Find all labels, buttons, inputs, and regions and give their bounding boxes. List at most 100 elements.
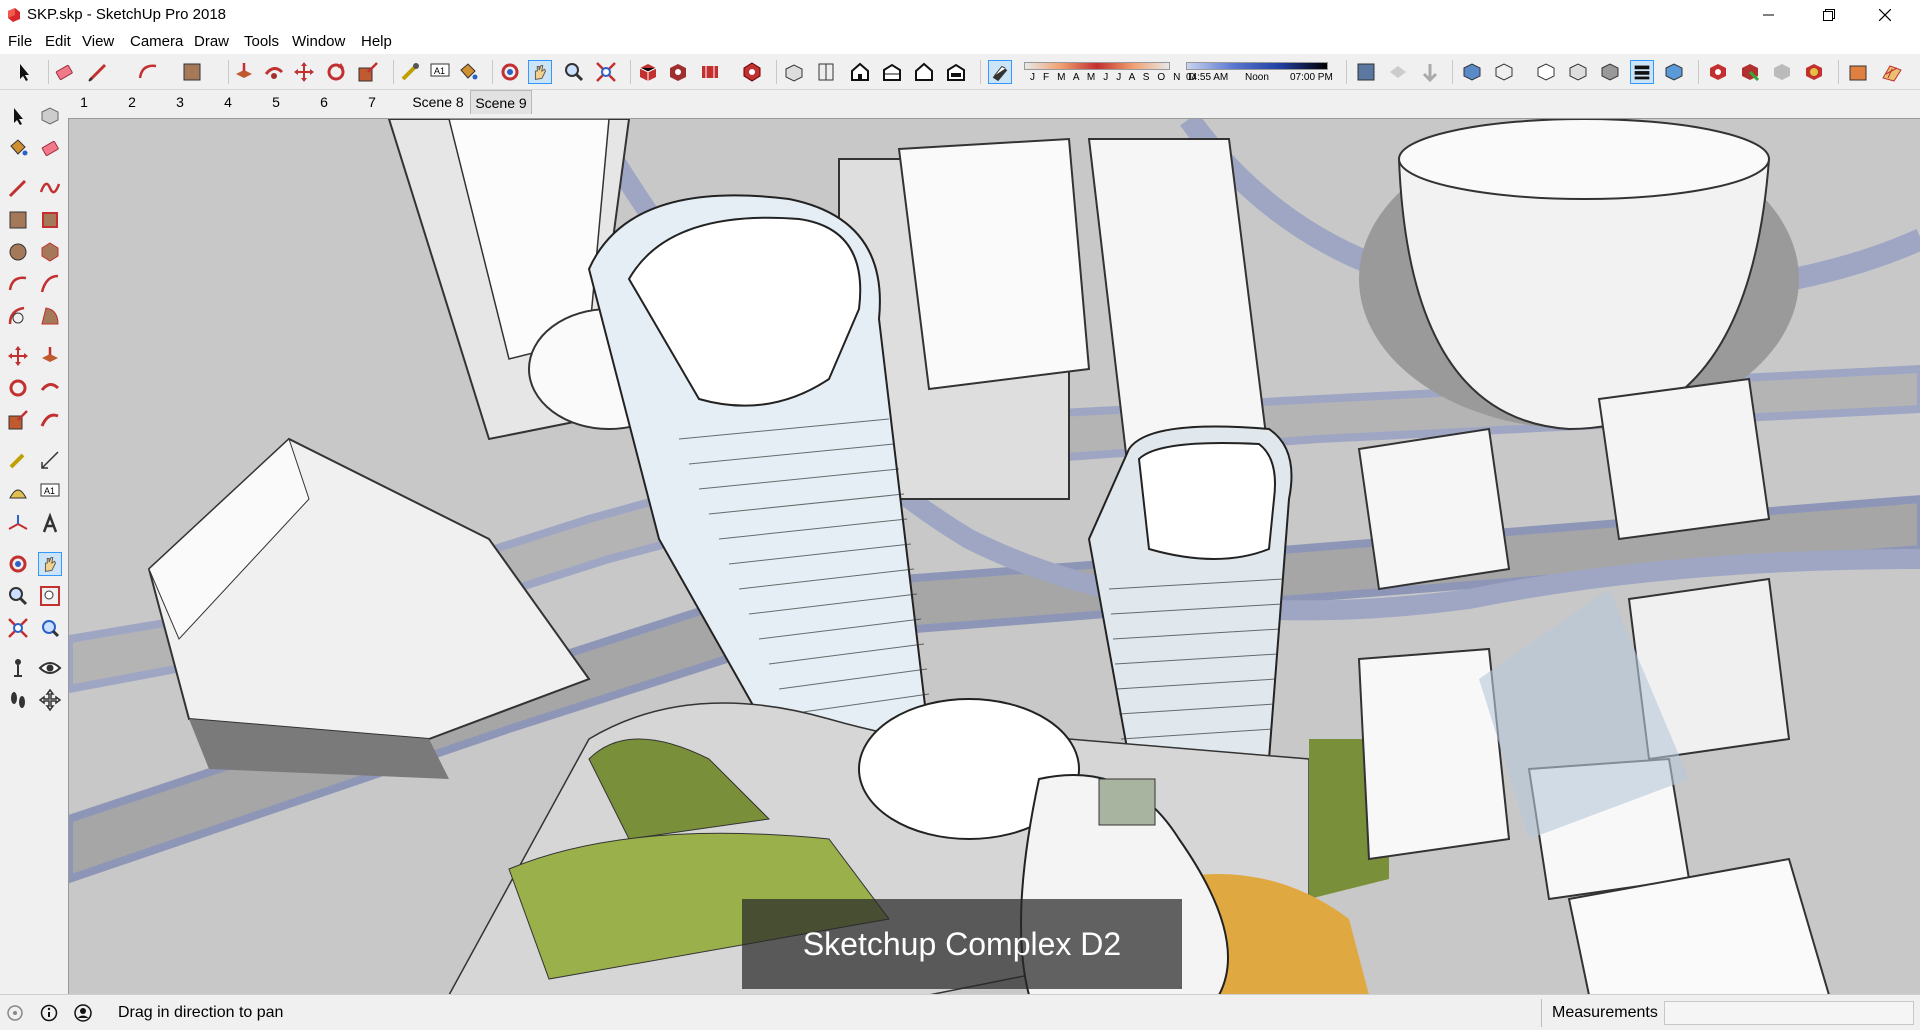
section-plane-tool-icon[interactable]: [38, 688, 62, 712]
style-xray-icon[interactable]: [1460, 60, 1484, 84]
minimize-button[interactable]: [1746, 0, 1792, 30]
view-left-icon[interactable]: [944, 60, 968, 84]
view-iso-icon[interactable]: [782, 60, 806, 84]
style-colored-icon[interactable]: [1662, 60, 1686, 84]
xray-style-icon[interactable]: [1354, 60, 1378, 84]
select-tool-icon[interactable]: [6, 104, 30, 128]
back-edges-style-icon[interactable]: [1386, 60, 1410, 84]
view-front-icon[interactable]: [848, 60, 872, 84]
display-section-cuts-icon[interactable]: [1770, 60, 1794, 84]
circle-tool-icon[interactable]: [6, 240, 30, 264]
3d-text-tool-icon[interactable]: [38, 512, 62, 536]
zoom-window-tool-icon[interactable]: [38, 584, 62, 608]
scene-tab-scene-9[interactable]: Scene 9: [470, 90, 532, 114]
dimension-tool-icon[interactable]: [38, 448, 62, 472]
rotate-tool-icon[interactable]: [324, 60, 348, 84]
arc-tool-icon[interactable]: [6, 272, 30, 296]
style-shaded-icon[interactable]: [1566, 60, 1590, 84]
eraser-tool-icon[interactable]: [52, 60, 76, 84]
scene-tab-3[interactable]: 3: [168, 90, 192, 114]
arc-tool-icon[interactable]: [136, 60, 160, 84]
push-pull-tool-icon[interactable]: [232, 60, 256, 84]
pie-tool-icon[interactable]: [38, 304, 62, 328]
rotated-rectangle-tool-icon[interactable]: [38, 208, 62, 232]
rectangle-tool-icon[interactable]: [180, 60, 204, 84]
model-viewport[interactable]: Sketchup Complex D2: [68, 118, 1920, 994]
section-plane-icon[interactable]: [1706, 60, 1730, 84]
display-section-planes-icon[interactable]: [1738, 60, 1762, 84]
protractor-tool-icon[interactable]: [6, 480, 30, 504]
select-tool-icon[interactable]: [12, 60, 36, 84]
menu-edit[interactable]: Edit: [45, 33, 71, 50]
menu-window[interactable]: Window: [292, 33, 345, 50]
line-tool-icon[interactable]: [6, 176, 30, 200]
hidden-geometry-icon[interactable]: [1418, 60, 1442, 84]
solid-tools-icon[interactable]: [1846, 60, 1870, 84]
3d-warehouse-icon[interactable]: [636, 60, 660, 84]
restore-button[interactable]: [1806, 0, 1852, 30]
zoom-tool-icon[interactable]: [6, 584, 30, 608]
tape-measure-tool-icon[interactable]: [398, 60, 422, 84]
scene-tab-7[interactable]: 7: [360, 90, 384, 114]
scene-tab-1[interactable]: 1: [72, 90, 96, 114]
extension-manager-icon[interactable]: [740, 60, 764, 84]
eraser-tool-icon[interactable]: [38, 136, 62, 160]
scene-tab-5[interactable]: 5: [264, 90, 288, 114]
style-wireframe-icon[interactable]: [1492, 60, 1516, 84]
share-model-icon[interactable]: [666, 60, 690, 84]
user-account-icon[interactable]: [74, 1004, 92, 1022]
style-textured-icon[interactable]: [1598, 60, 1622, 84]
style-monochrome-button[interactable]: [1630, 60, 1654, 84]
two-point-arc-tool-icon[interactable]: [38, 272, 62, 296]
view-back-icon[interactable]: [912, 60, 936, 84]
text-tool-icon[interactable]: A1: [428, 60, 452, 84]
follow-me-tool-icon[interactable]: [262, 60, 286, 84]
credits-info-icon[interactable]: [40, 1004, 58, 1022]
menu-help[interactable]: Help: [361, 33, 392, 50]
offset-tool-icon[interactable]: [38, 408, 62, 432]
scene-tab-scene-8[interactable]: Scene 8: [408, 90, 468, 114]
paint-bucket-tool-icon[interactable]: [6, 136, 30, 160]
style-hidden-line-icon[interactable]: [1534, 60, 1558, 84]
rectangle-tool-icon[interactable]: [6, 208, 30, 232]
three-point-arc-tool-icon[interactable]: [6, 304, 30, 328]
scene-tab-4[interactable]: 4: [216, 90, 240, 114]
move-tool-icon[interactable]: [6, 344, 30, 368]
text-tool-icon[interactable]: A1: [38, 480, 62, 504]
pan-tool-button-active[interactable]: [528, 60, 552, 84]
month-slider[interactable]: [1024, 62, 1170, 70]
scene-tab-2[interactable]: 2: [120, 90, 144, 114]
measurements-input[interactable]: [1664, 1001, 1914, 1025]
zoom-extents-tool-icon[interactable]: [594, 60, 618, 84]
close-button[interactable]: [1862, 0, 1908, 30]
pan-tool-button[interactable]: [38, 552, 62, 576]
polygon-tool-icon[interactable]: [38, 240, 62, 264]
look-around-eye-icon[interactable]: [38, 656, 62, 680]
shadows-toggle-button[interactable]: [988, 60, 1012, 84]
sandbox-icon[interactable]: [1880, 60, 1904, 84]
menu-file[interactable]: File: [8, 33, 32, 50]
paint-bucket-tool-icon[interactable]: [456, 60, 480, 84]
menu-draw[interactable]: Draw: [194, 33, 229, 50]
zoom-extents-tool-icon[interactable]: [6, 616, 30, 640]
time-slider[interactable]: [1186, 62, 1328, 70]
menu-view[interactable]: View: [82, 33, 114, 50]
follow-me-tool-icon[interactable]: [38, 376, 62, 400]
rotate-tool-icon[interactable]: [6, 376, 30, 400]
freehand-tool-icon[interactable]: [38, 176, 62, 200]
make-component-icon[interactable]: [38, 104, 62, 128]
move-tool-icon[interactable]: [292, 60, 316, 84]
menu-tools[interactable]: Tools: [244, 33, 279, 50]
axes-tool-icon[interactable]: [6, 512, 30, 536]
geo-location-icon[interactable]: [6, 1004, 24, 1022]
tape-measure-tool-icon[interactable]: [6, 448, 30, 472]
push-pull-tool-icon[interactable]: [38, 344, 62, 368]
zoom-tool-icon[interactable]: [562, 60, 586, 84]
orbit-tool-icon[interactable]: [6, 552, 30, 576]
menu-camera[interactable]: Camera: [130, 33, 183, 50]
section-fill-icon[interactable]: [1802, 60, 1826, 84]
orbit-tool-icon[interactable]: [498, 60, 522, 84]
walk-footprints-icon[interactable]: [6, 688, 30, 712]
line-tool-icon[interactable]: [86, 60, 110, 84]
scene-tab-6[interactable]: 6: [312, 90, 336, 114]
